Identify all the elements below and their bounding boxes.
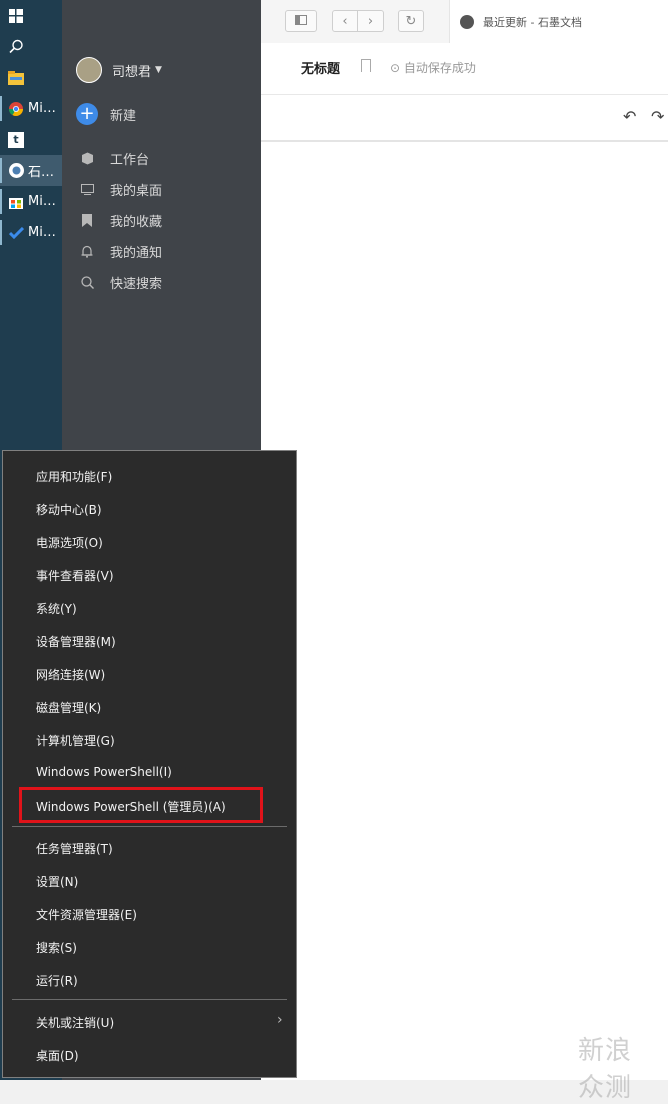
menu-item-device-manager[interactable]: 设备管理器(M)	[36, 633, 116, 650]
taskbar-shimo[interactable]: 石…	[0, 155, 62, 186]
taskbar-tumblr[interactable]: t	[0, 124, 62, 155]
bookmark-icon[interactable]	[361, 59, 371, 72]
sidebar-toggle-icon	[295, 14, 307, 29]
menu-separator	[12, 826, 287, 827]
forward-button[interactable]: ›	[358, 10, 384, 32]
reload-button[interactable]: ↻	[398, 10, 424, 32]
menu-item-shutdown[interactable]: 关机或注销(U)	[36, 1014, 114, 1031]
sidebar-item-quick-search[interactable]: 快速搜索	[80, 273, 162, 292]
winx-context-menu: 应用和功能(F) 移动中心(B) 电源选项(O) 事件查看器(V) 系统(Y) …	[2, 450, 297, 1078]
editor-toolbar: ↶ ↷	[261, 95, 668, 142]
menu-item-task-manager[interactable]: 任务管理器(T)	[36, 840, 113, 857]
chrome-icon	[8, 101, 24, 117]
desktop-icon	[80, 183, 94, 197]
tumblr-icon: t	[8, 131, 24, 148]
chevron-right-icon: ›	[277, 1012, 283, 1028]
watermark: 新浪 众测	[578, 1036, 633, 1103]
back-button[interactable]: ‹	[332, 10, 358, 32]
document-title[interactable]: 无标题	[301, 58, 340, 77]
menu-separator	[12, 999, 287, 1000]
undo-icon[interactable]: ↶	[623, 107, 636, 126]
store-icon	[8, 194, 24, 210]
avatar	[76, 57, 102, 83]
reload-icon: ↻	[405, 13, 417, 29]
taskbar-file-explorer[interactable]	[0, 62, 62, 93]
menu-item-settings[interactable]: 设置(N)	[36, 873, 78, 890]
check-circle-icon: ⊙	[390, 61, 401, 75]
search-icon	[80, 276, 94, 290]
menu-item-powershell-admin[interactable]: Windows PowerShell (管理员)(A)	[36, 798, 226, 815]
menu-item-mobility-center[interactable]: 移动中心(B)	[36, 501, 102, 518]
menu-item-system[interactable]: 系统(Y)	[36, 600, 77, 617]
start-button[interactable]	[0, 0, 62, 31]
search-icon	[8, 39, 24, 55]
menu-item-desktop[interactable]: 桌面(D)	[36, 1047, 79, 1064]
sidebar-item-notifications[interactable]: 我的通知	[80, 242, 162, 261]
chevron-down-icon: ▼	[155, 65, 162, 75]
file-explorer-icon	[8, 70, 24, 86]
shimo-icon	[8, 163, 24, 179]
save-status: ⊙ 自动保存成功	[390, 61, 476, 75]
toggle-sidebar-button[interactable]	[285, 10, 317, 32]
bell-icon	[80, 245, 94, 259]
menu-item-disk-management[interactable]: 磁盘管理(K)	[36, 699, 101, 716]
menu-item-apps-features[interactable]: 应用和功能(F)	[36, 468, 112, 485]
todo-icon	[8, 225, 24, 241]
taskbar-todo[interactable]: Mi…	[0, 217, 62, 248]
menu-item-computer-management[interactable]: 计算机管理(G)	[36, 732, 115, 749]
taskbar-chrome[interactable]: Mi…	[0, 93, 62, 124]
chevron-right-icon: ›	[367, 13, 374, 29]
browser-tab[interactable]: 最近更新 - 石墨文档	[449, 0, 668, 43]
document-header: 无标题 ⊙ 自动保存成功	[261, 43, 668, 95]
sidebar-item-workbench[interactable]: 工作台	[80, 149, 149, 168]
menu-item-run[interactable]: 运行(R)	[36, 972, 78, 989]
document-area: ‹ › ↻ 最近更新 - 石墨文档 无标题 ⊙ 自动保存成功 ↶ ↷	[261, 0, 668, 1080]
menu-item-network-connections[interactable]: 网络连接(W)	[36, 666, 105, 683]
plus-icon: +	[76, 103, 98, 125]
sidebar-item-desktop[interactable]: 我的桌面	[80, 180, 162, 199]
taskbar-store[interactable]: Mi…	[0, 186, 62, 217]
taskbar-search-button[interactable]	[0, 31, 62, 62]
chevron-left-icon: ‹	[342, 13, 348, 29]
user-name: 司想君	[112, 64, 152, 80]
menu-item-powershell[interactable]: Windows PowerShell(I)	[36, 765, 172, 779]
windows-start-icon	[8, 8, 24, 24]
menu-item-search[interactable]: 搜索(S)	[36, 939, 77, 956]
menu-item-event-viewer[interactable]: 事件查看器(V)	[36, 567, 114, 584]
menu-item-power-options[interactable]: 电源选项(O)	[36, 534, 103, 551]
workbench-icon	[80, 152, 94, 166]
new-button[interactable]: + 新建	[76, 103, 136, 125]
browser-toolbar: ‹ › ↻ 最近更新 - 石墨文档	[261, 0, 668, 44]
redo-icon[interactable]: ↷	[651, 107, 664, 126]
shimo-logo-icon	[460, 14, 474, 29]
bookmark-icon	[80, 214, 94, 228]
user-menu[interactable]: 司想君 ▼	[76, 57, 162, 83]
sidebar-item-favorites[interactable]: 我的收藏	[80, 211, 162, 230]
menu-item-file-explorer[interactable]: 文件资源管理器(E)	[36, 906, 137, 923]
